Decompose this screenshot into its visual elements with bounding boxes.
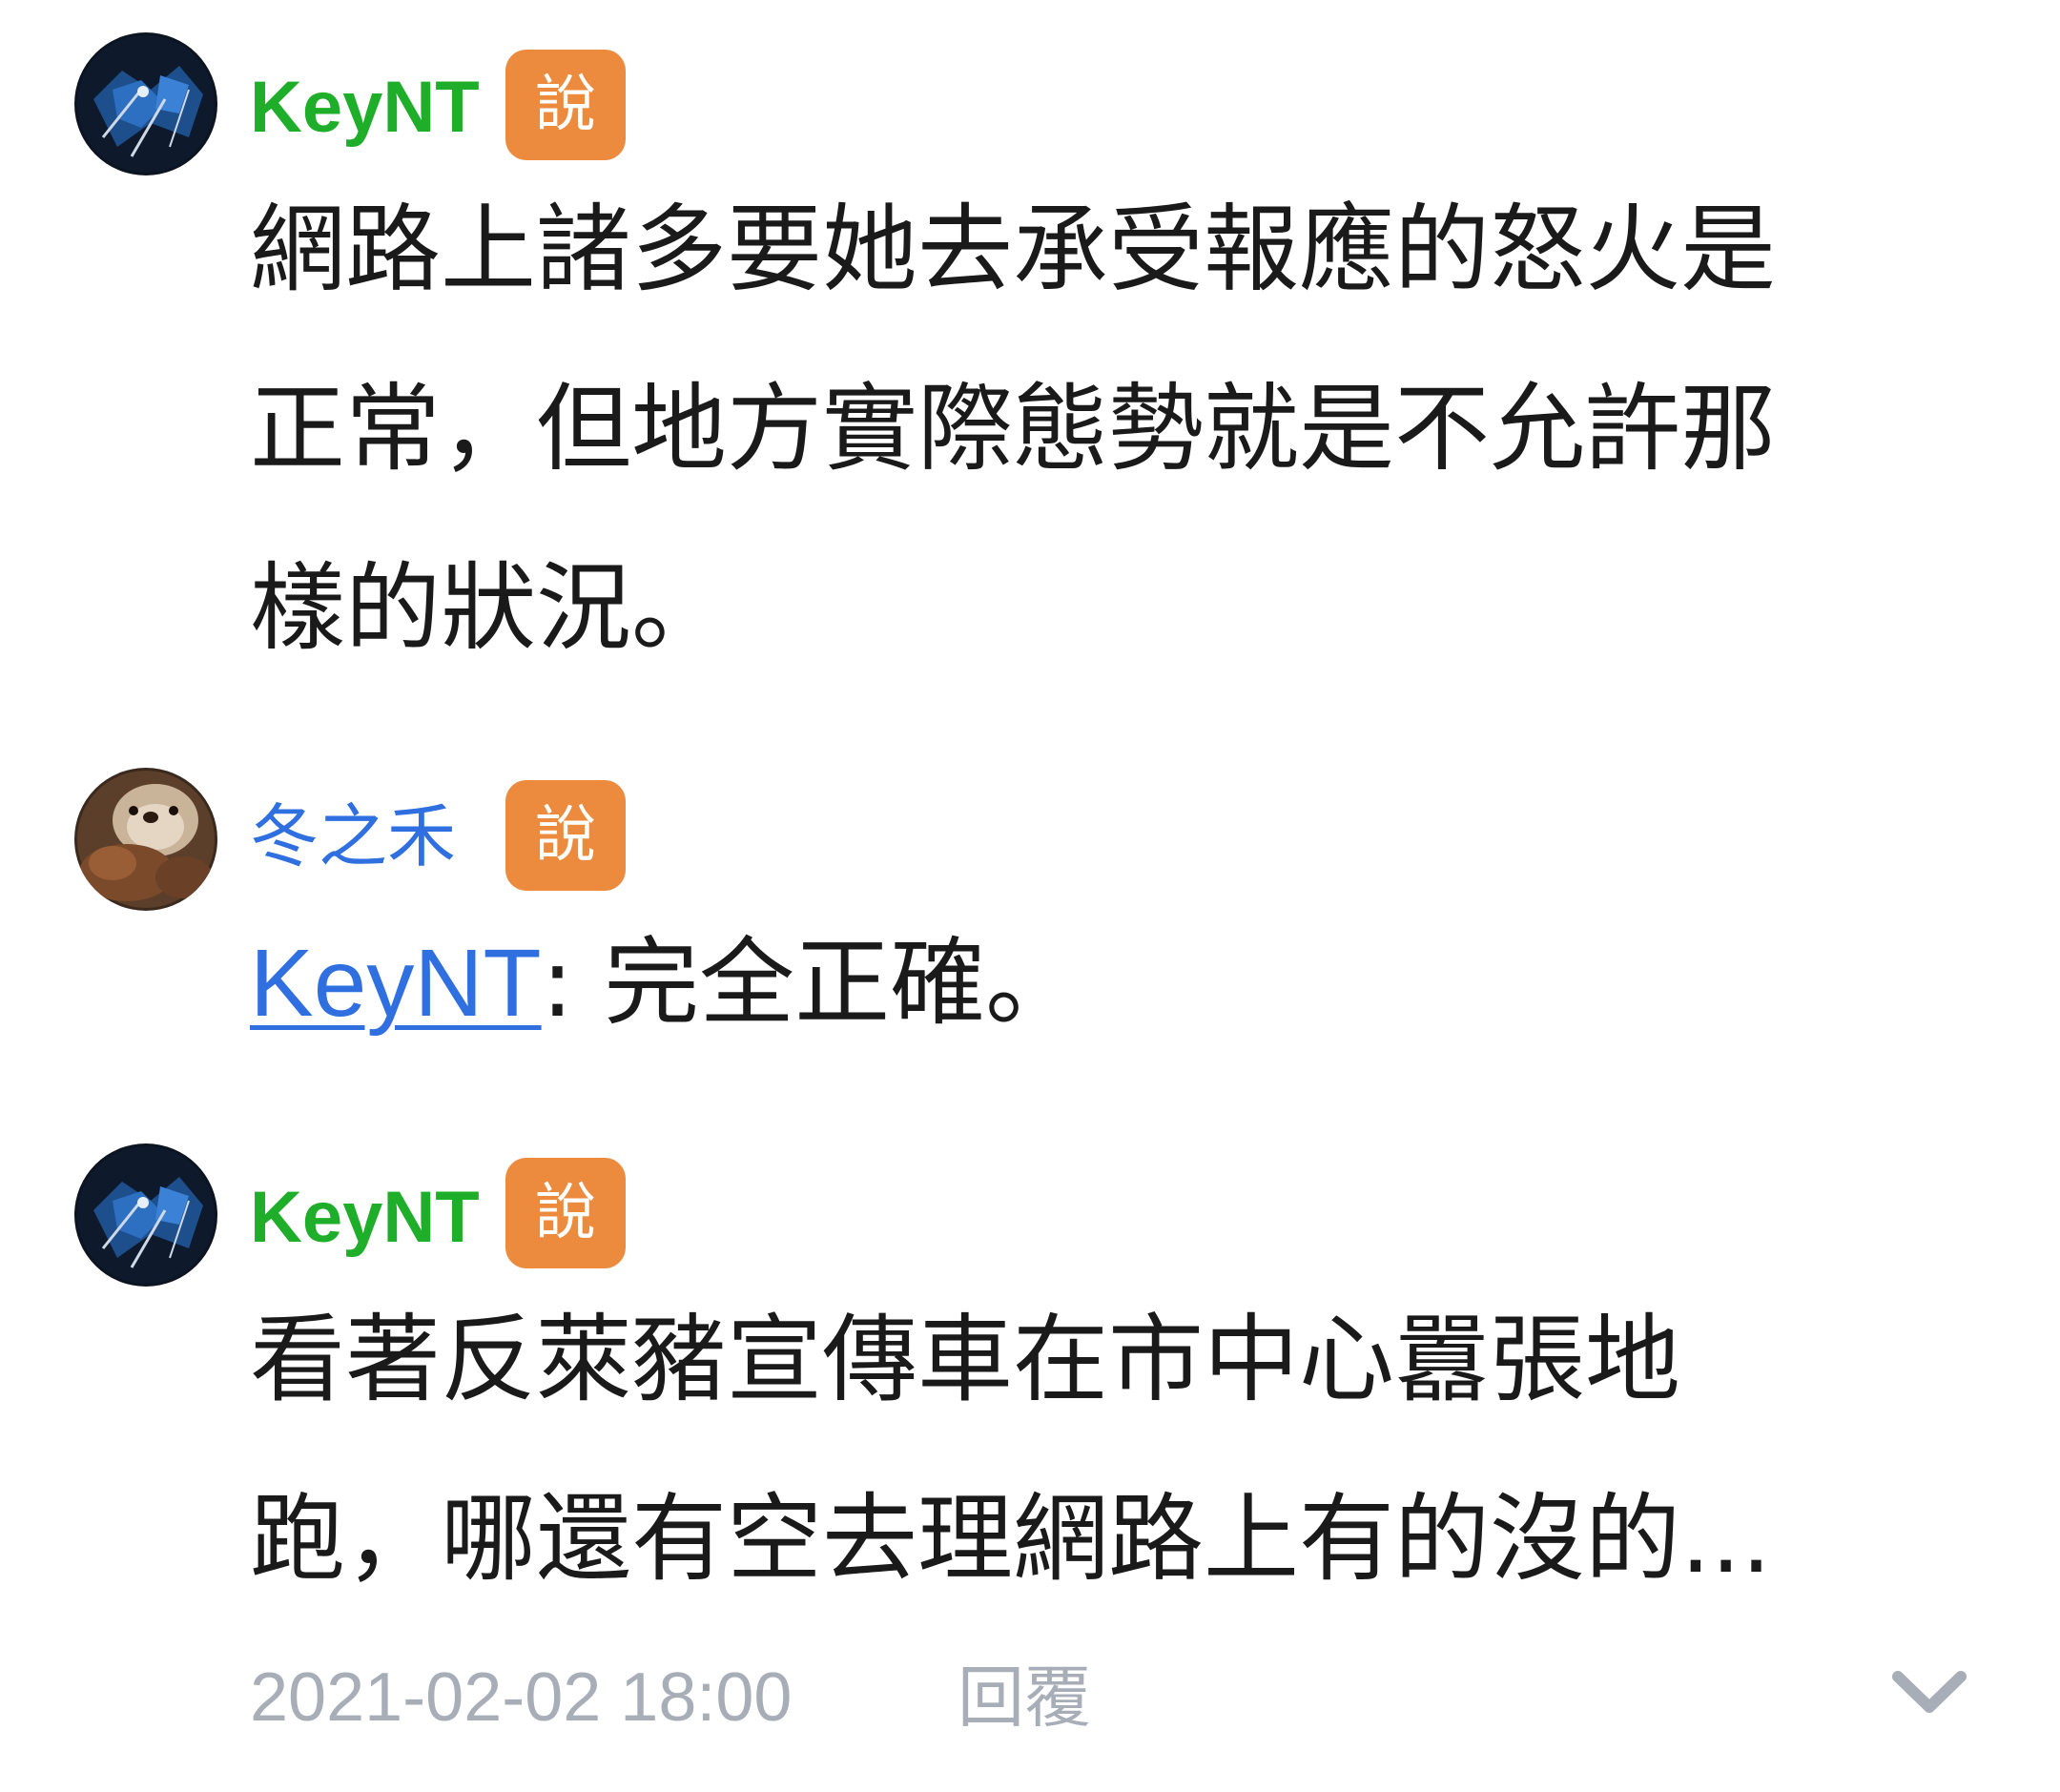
author-name[interactable]: 冬之禾 <box>250 784 456 889</box>
comment-line: 跑，哪還有空去理網路上有的沒的... <box>250 1483 1772 1595</box>
dark-robot-avatar-icon <box>74 1143 217 1287</box>
says-badge: 說 <box>505 780 626 891</box>
says-badge: 說 <box>505 50 626 160</box>
mention-link[interactable]: KeyNT <box>250 930 542 1037</box>
chevron-down-icon[interactable] <box>1886 1650 1972 1736</box>
comment-text: 網路上諸多要她去承受報應的怒火是 正常，但地方實際態勢就是不允許那 樣的狀況。 <box>250 160 1928 698</box>
comment-line: 看著反萊豬宣傳車在市中心囂張地 <box>250 1304 1680 1415</box>
dark-robot-avatar-icon <box>74 32 217 175</box>
sea-otter-avatar-icon <box>74 768 217 911</box>
reply-button[interactable]: 回覆 <box>958 1645 1091 1750</box>
comment-line: 正常，但地方實際態勢就是不允許那 <box>250 373 1776 484</box>
reply-body: : 完全正確。 <box>541 927 1082 1039</box>
comment-line: 樣的狀況。 <box>250 552 727 664</box>
user-avatar[interactable] <box>74 1143 217 1287</box>
comment-line: 網路上諸多要她去承受報應的怒火是 <box>250 194 1776 305</box>
author-name[interactable]: KeyNT <box>250 1165 480 1270</box>
user-avatar[interactable] <box>74 32 217 175</box>
says-badge: 說 <box>505 1158 626 1268</box>
comment-text: KeyNT: 完全正確。 <box>250 894 1928 1073</box>
user-avatar[interactable] <box>74 768 217 911</box>
timestamp: 2021-02-02 18:00 <box>250 1659 793 1736</box>
author-name[interactable]: KeyNT <box>250 55 480 160</box>
comment-text: 看著反萊豬宣傳車在市中心囂張地 跑，哪還有空去理網路上有的沒的... <box>250 1270 1928 1629</box>
